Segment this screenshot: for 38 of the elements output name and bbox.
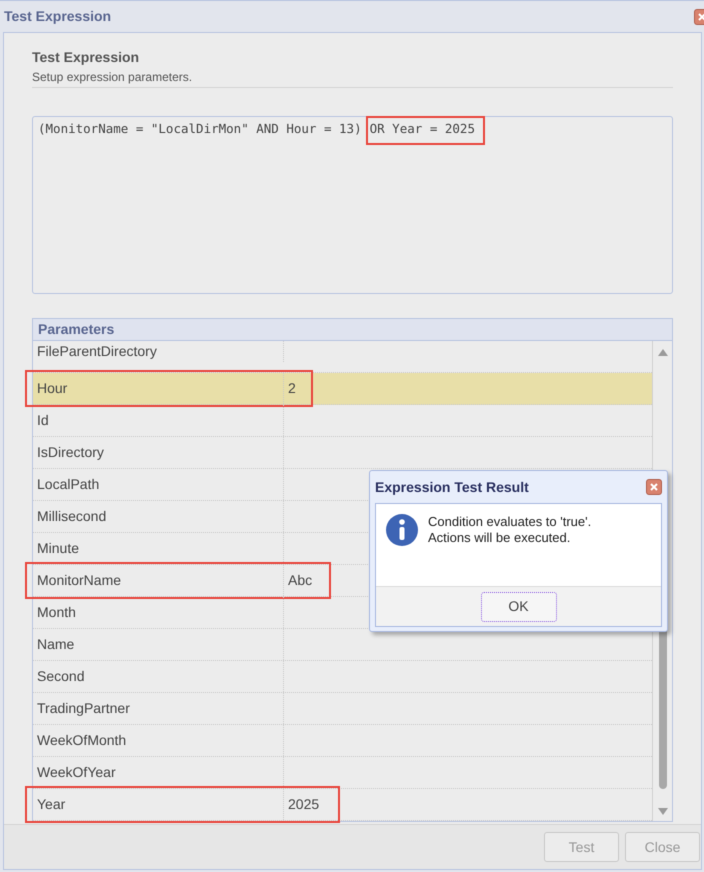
ok-button[interactable]: OK bbox=[480, 592, 556, 622]
parameter-name: Month bbox=[33, 597, 284, 628]
parameter-name: MonitorName bbox=[33, 565, 284, 596]
info-icon bbox=[386, 514, 418, 546]
close-icon[interactable] bbox=[646, 479, 662, 495]
parameter-name: Id bbox=[33, 405, 284, 436]
panel-title: Parameters bbox=[38, 320, 114, 339]
parameter-value[interactable]: 2025 bbox=[284, 789, 652, 820]
parameter-row[interactable]: WeekOfMonth bbox=[33, 725, 652, 757]
parameter-name: Minute bbox=[33, 533, 284, 564]
parameter-name: TradingPartner bbox=[33, 693, 284, 724]
parameter-row[interactable]: TradingPartner bbox=[33, 693, 652, 725]
parameter-value[interactable]: 2 bbox=[284, 373, 652, 404]
parameter-row[interactable]: IsDirectory bbox=[33, 437, 652, 469]
parameter-name: FileParentDirectory bbox=[33, 341, 284, 362]
highlighted-expression: OR Year = 2025 bbox=[366, 116, 485, 145]
message-text: Actions will be executed. bbox=[428, 530, 572, 546]
parameter-name: Hour bbox=[33, 373, 284, 404]
expression-text: (MonitorName = "LocalDirMon" AND Hour = 13) bbox=[38, 120, 362, 138]
scroll-down-icon[interactable] bbox=[658, 808, 668, 815]
parameter-name: LocalPath bbox=[33, 469, 284, 500]
section-title: Test Expression bbox=[32, 48, 140, 67]
parameter-name: Name bbox=[33, 629, 284, 660]
dialog-title: Expression Test Result bbox=[375, 478, 529, 497]
parameter-name: IsDirectory bbox=[33, 437, 284, 468]
parameter-name: Millisecond bbox=[33, 501, 284, 532]
message-text: Condition evaluates to 'true'. bbox=[428, 514, 592, 530]
parameter-row[interactable]: Id bbox=[33, 405, 652, 437]
expression-field[interactable]: (MonitorName = "LocalDirMon" AND Hour = 13) OR Year = 2025 bbox=[32, 116, 673, 294]
parameter-name: Year bbox=[33, 789, 284, 820]
window-title: Test Expression bbox=[4, 7, 112, 26]
parameter-row[interactable]: WeekOfYear bbox=[33, 757, 652, 789]
section-subtitle: Setup expression parameters. bbox=[32, 69, 194, 86]
parameter-name: WeekOfMonth bbox=[33, 725, 284, 756]
parameter-name: Second bbox=[33, 661, 284, 692]
scroll-up-icon[interactable] bbox=[658, 349, 668, 356]
parameter-row[interactable]: Second bbox=[33, 661, 652, 693]
parameter-name: WeekOfYear bbox=[33, 757, 284, 788]
